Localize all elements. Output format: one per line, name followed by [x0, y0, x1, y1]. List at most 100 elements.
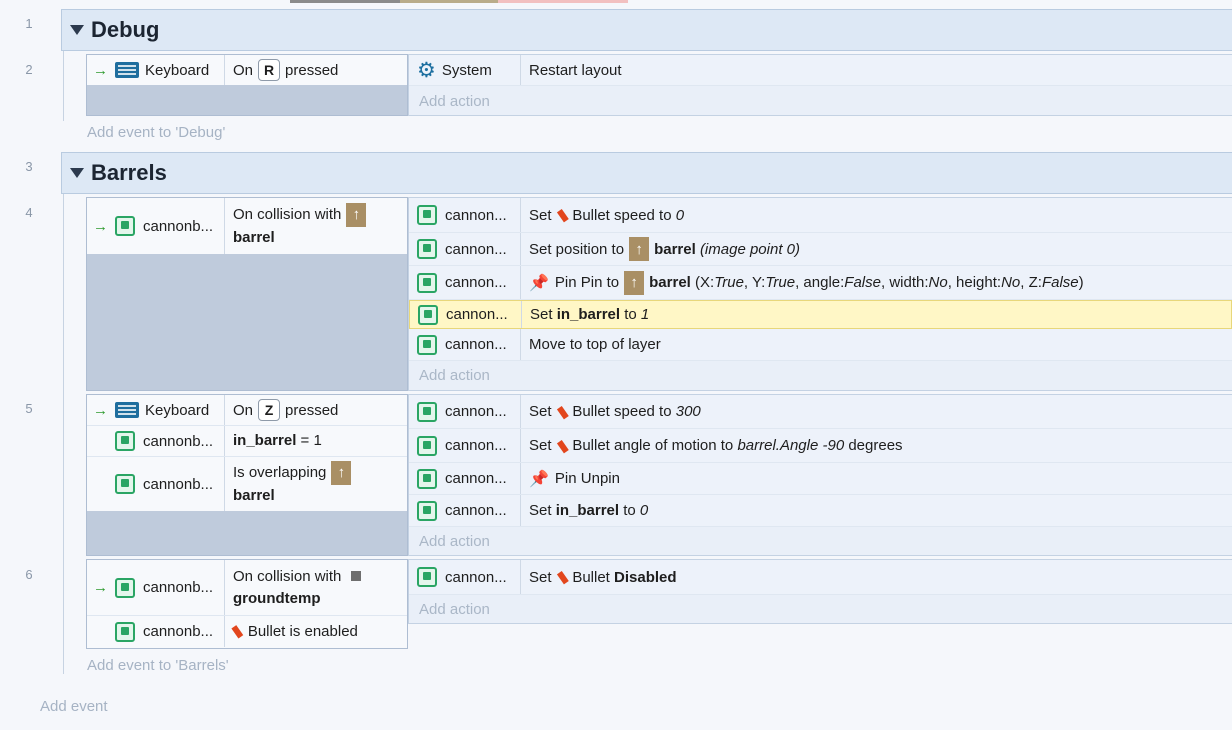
row-number: 4: [25, 205, 33, 220]
condition-row[interactable]: → Keyboard On Rpressed: [87, 55, 407, 85]
barrel-sprite-icon: ↑: [346, 203, 367, 227]
action-row[interactable]: cannon... Set ▮ Bullet Disabled: [409, 560, 1232, 595]
text: Bullet speed to: [572, 403, 672, 420]
action-object[interactable]: cannon...: [409, 198, 521, 232]
action-text[interactable]: Set in_barrel to 1: [522, 306, 1231, 323]
collapse-triangle-icon[interactable]: [70, 168, 84, 178]
value: No: [928, 274, 948, 291]
group-title: Barrels: [91, 160, 167, 185]
condition-row[interactable]: cannonb... Is overlapping ↑ barrel: [87, 457, 407, 511]
event-conditions[interactable]: → cannonb... On collision with ↑ barrel: [86, 197, 408, 391]
object-name: cannonb...: [143, 623, 214, 640]
add-event-to-barrels[interactable]: Add event to 'Barrels': [87, 657, 229, 674]
sprite-icon: [417, 272, 437, 293]
condition-row[interactable]: → cannonb... On collision with ↑ barrel: [87, 198, 407, 254]
sprite-icon: [115, 621, 135, 642]
action-row[interactable]: cannon... Set ▮ Bullet speed to 0: [409, 198, 1232, 233]
event-actions[interactable]: cannon... Set ▮ Bullet speed to 300 cannon…: [408, 394, 1232, 556]
action-row[interactable]: cannon... 📌 Pin Unpin: [409, 463, 1232, 495]
condition-object[interactable]: → Keyboard: [87, 395, 225, 425]
group-header-debug[interactable]: Debug: [61, 9, 1232, 51]
event-actions[interactable]: ⚙ System Restart layout Add action: [408, 54, 1232, 116]
condition-row[interactable]: → cannonb... On collision with groundtemp: [87, 560, 407, 616]
condition-object[interactable]: cannonb...: [87, 426, 225, 456]
condition-text[interactable]: in_barrel = 1: [225, 430, 407, 452]
action-text[interactable]: Set ▮ Bullet speed to 300: [521, 402, 1232, 422]
action-object[interactable]: cannon...: [409, 329, 521, 360]
trigger-arrow-icon: →: [93, 61, 108, 79]
object-name: cannonb...: [143, 432, 214, 450]
object-name: cannon...: [445, 336, 507, 353]
condition-text[interactable]: On Zpressed: [225, 398, 407, 422]
condition-object[interactable]: → Keyboard: [87, 55, 225, 85]
add-action-link[interactable]: Add action: [409, 86, 1232, 116]
sprite-icon: [417, 239, 437, 259]
condition-object[interactable]: cannonb...: [87, 457, 225, 511]
event-actions[interactable]: cannon... Set ▮ Bullet Disabled Add action: [408, 559, 1232, 624]
object-name: cannonb...: [143, 475, 214, 493]
action-row[interactable]: cannon... Set position to ↑ barrel (image …: [409, 233, 1232, 266]
condition-row[interactable]: cannonb... in_barrel = 1: [87, 426, 407, 457]
condition-object[interactable]: → cannonb...: [87, 560, 225, 615]
action-text[interactable]: 📌 Pin Pin to ↑ barrel (X: True, Y: True, an…: [521, 270, 1232, 295]
text: Set position to: [529, 240, 625, 258]
action-object[interactable]: cannon...: [409, 266, 521, 299]
collapse-triangle-icon[interactable]: [70, 25, 84, 35]
square-icon: [351, 570, 362, 581]
trigger-arrow-icon: →: [93, 579, 108, 596]
text: Bullet is enabled: [247, 622, 358, 640]
add-action-link[interactable]: Add action: [409, 361, 1232, 390]
action-object[interactable]: cannon...: [409, 395, 521, 428]
add-event-link[interactable]: Add event: [40, 698, 108, 715]
sprite-icon: [115, 474, 135, 494]
event-conditions[interactable]: → cannonb... On collision with groundtemp…: [86, 559, 408, 649]
action-row[interactable]: cannon... Set in_barrel to 0: [409, 495, 1232, 527]
action-text[interactable]: Restart layout: [521, 62, 1232, 79]
action-object[interactable]: cannon...: [409, 495, 521, 526]
bullet-icon: ▮: [553, 436, 571, 456]
condition-object[interactable]: cannonb...: [87, 616, 225, 647]
action-text[interactable]: 📌 Pin Unpin: [521, 469, 1232, 489]
action-text[interactable]: Set ▮ Bullet angle of motion to barrel.Ang…: [521, 436, 1232, 456]
condition-row[interactable]: → Keyboard On Zpressed: [87, 395, 407, 426]
event-actions[interactable]: cannon... Set ▮ Bullet speed to 0 cannon..…: [408, 197, 1232, 391]
condition-text[interactable]: On collision with ↑ barrel: [225, 203, 407, 249]
text: Set: [529, 568, 552, 586]
action-object[interactable]: ⚙ System: [409, 55, 521, 85]
condition-row[interactable]: cannonb... ▮ Bullet is enabled: [87, 616, 407, 647]
action-text[interactable]: Set ▮ Bullet Disabled: [521, 567, 1232, 587]
action-object[interactable]: cannon...: [409, 429, 521, 462]
action-row[interactable]: cannon... 📌 Pin Pin to ↑ barrel (X: True, Y…: [409, 266, 1232, 300]
barrel-sprite-icon: ↑: [331, 461, 352, 485]
action-row-selected[interactable]: cannon... Set in_barrel to 1: [409, 300, 1232, 329]
group-header-barrels[interactable]: Barrels: [61, 152, 1232, 194]
action-row[interactable]: ⚙ System Restart layout: [409, 55, 1232, 86]
action-row[interactable]: cannon... Set ▮ Bullet angle of motion to …: [409, 429, 1232, 463]
add-action-link[interactable]: Add action: [409, 595, 1232, 623]
object-name: cannon...: [445, 568, 507, 586]
event-conditions[interactable]: → Keyboard On Zpressed cannonb... in_barr…: [86, 394, 408, 556]
action-object[interactable]: cannon...: [410, 301, 522, 328]
action-row[interactable]: cannon... Set ▮ Bullet speed to 300: [409, 395, 1232, 429]
action-text[interactable]: Set in_barrel to 0: [521, 502, 1232, 519]
action-text[interactable]: Set position to ↑ barrel (image point 0): [521, 237, 1232, 261]
action-text[interactable]: Move to top of layer: [521, 336, 1232, 353]
condition-text[interactable]: On collision with groundtemp: [225, 566, 407, 610]
condition-text[interactable]: ▮ Bullet is enabled: [225, 621, 407, 643]
action-text[interactable]: Set ▮ Bullet speed to 0: [521, 205, 1232, 225]
action-row[interactable]: cannon... Move to top of layer: [409, 329, 1232, 361]
event-conditions[interactable]: → Keyboard On Rpressed: [86, 54, 408, 116]
action-object[interactable]: cannon...: [409, 560, 521, 594]
text: degrees: [848, 437, 903, 454]
condition-object[interactable]: → cannonb...: [87, 198, 225, 254]
add-event-to-debug[interactable]: Add event to 'Debug': [87, 124, 225, 141]
condition-text[interactable]: Is overlapping ↑ barrel: [225, 461, 407, 507]
object-name: cannon...: [445, 274, 507, 291]
action-object[interactable]: cannon...: [409, 463, 521, 494]
action-object[interactable]: cannon...: [409, 233, 521, 265]
object-name: cannonb...: [143, 579, 214, 596]
add-action-link[interactable]: Add action: [409, 527, 1232, 555]
object-name: cannon...: [445, 403, 507, 420]
condition-text[interactable]: On Rpressed: [225, 58, 407, 82]
value: barrel.Angle -90: [737, 437, 845, 454]
